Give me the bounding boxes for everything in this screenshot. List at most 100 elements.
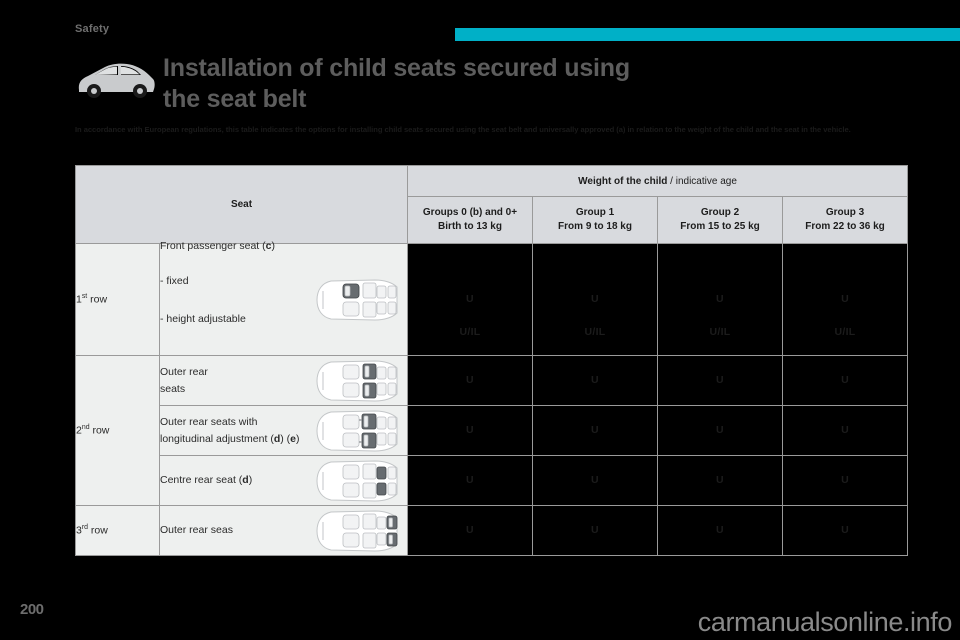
row-label-rest: row bbox=[88, 524, 108, 537]
row-label-rest: row bbox=[89, 424, 110, 437]
mark-top: U bbox=[716, 373, 724, 386]
mark-top: U bbox=[591, 293, 599, 306]
group-0-line2: Birth to 13 kg bbox=[438, 221, 502, 232]
compat-cell: U bbox=[657, 405, 783, 456]
compat-cell: U bbox=[657, 505, 783, 556]
manual-page: Safety Installation of child seats secur… bbox=[0, 0, 960, 640]
mark-top: U bbox=[841, 373, 849, 386]
header-group-0: Groups 0 (b) and 0+ Birth to 13 kg bbox=[407, 196, 533, 244]
mark-top: U bbox=[841, 523, 849, 536]
compat-cell: U bbox=[407, 505, 533, 556]
seat-plan-centre-rear-icon bbox=[313, 458, 401, 504]
table-row: 1st row Front passenger seat (c) - fixed… bbox=[75, 240, 909, 356]
compat-cell: U bbox=[532, 505, 658, 556]
breadcrumb: Safety bbox=[75, 23, 110, 35]
intro-paragraph: In accordance with European regulations,… bbox=[75, 124, 937, 137]
page-title-line2: the seat belt bbox=[163, 84, 307, 113]
child-seat-compatibility-table: Seat Weight of the child / indicative ag… bbox=[75, 165, 909, 556]
mark-top: U bbox=[591, 523, 599, 536]
mark-top: U bbox=[716, 423, 724, 436]
header-weight-of-child: Weight of the child / indicative age bbox=[406, 165, 909, 197]
table-row: Centre rear seat (d) U U U U bbox=[76, 455, 909, 506]
group-3-line2: From 22 to 36 kg bbox=[805, 221, 885, 232]
row-label-1st-row: 1st row bbox=[75, 243, 160, 356]
row-label-3rd-row: 3rd row bbox=[75, 505, 160, 556]
seat-end: ) bbox=[296, 432, 300, 445]
seat-description-outer-rear: Outer rear seats bbox=[159, 355, 408, 406]
mark-top: U bbox=[591, 373, 599, 386]
page-number: 200 bbox=[20, 601, 44, 618]
seat-description-outer-rear-3rd: Outer rear seas bbox=[159, 505, 408, 556]
compat-cell: U bbox=[781, 355, 909, 406]
mark-top: U bbox=[591, 473, 599, 486]
group-2-line2: From 15 to 25 kg bbox=[680, 221, 760, 232]
mark-top: U bbox=[466, 523, 474, 536]
seat-mid: ) ( bbox=[280, 432, 291, 445]
seat-end: ) bbox=[248, 474, 253, 487]
header-weight-sep: / bbox=[667, 175, 676, 187]
mark-top: U bbox=[841, 423, 849, 436]
row-label-rest: row bbox=[87, 293, 108, 306]
mark-top: U bbox=[466, 473, 474, 486]
page-title: Installation of child seats secured usin… bbox=[163, 53, 933, 114]
site-watermark: carmanualsonline.info bbox=[697, 607, 953, 637]
group-1-line1: Group 1 bbox=[575, 206, 615, 218]
table-header-row-top: Seat Weight of the child / indicative ag… bbox=[75, 165, 909, 244]
seat-plan-front-passenger-icon bbox=[313, 277, 401, 323]
car-side-view-icon bbox=[75, 60, 157, 102]
mark-bottom: U/IL bbox=[459, 326, 481, 338]
seat-line1-text: Centre rear seat ( bbox=[160, 474, 243, 487]
seat-title: Front passenger seat ( bbox=[160, 240, 266, 253]
header-group-1: Group 1 From 9 to 18 kg bbox=[532, 196, 658, 244]
seat-plan-outer-rear-2nd-icon bbox=[313, 358, 401, 404]
compat-cell: U bbox=[407, 355, 533, 406]
compat-cell: U bbox=[781, 505, 909, 556]
mark-top: U bbox=[716, 523, 724, 536]
table-row: 3rd row Outer rear seas U U U U bbox=[75, 505, 909, 556]
mark-bottom: U/IL bbox=[709, 326, 731, 338]
compat-cell: U U/IL bbox=[532, 243, 658, 356]
compat-cell: U bbox=[657, 455, 783, 506]
seat-plan-outer-rear-3rd-icon bbox=[313, 508, 401, 554]
header-seat: Seat bbox=[75, 165, 408, 244]
compat-cell: U bbox=[407, 455, 533, 506]
compat-cell: U bbox=[532, 355, 658, 406]
compat-cell: U U/IL bbox=[657, 243, 783, 356]
mark-top: U bbox=[716, 473, 724, 486]
mark-top: U bbox=[466, 373, 474, 386]
mark-bottom: U/IL bbox=[834, 326, 856, 338]
seat-description-centre-rear: Centre rear seat (d) bbox=[159, 455, 408, 506]
group-3-line1: Group 3 bbox=[825, 206, 865, 218]
mark-top: U bbox=[466, 293, 474, 306]
row-label-2nd-row: 2nd row bbox=[75, 355, 160, 506]
mark-top: U bbox=[841, 293, 849, 306]
compat-cell: U U/IL bbox=[407, 243, 533, 356]
seat-description-outer-rear-adjustable: Outer rear seats with longitudinal adjus… bbox=[159, 405, 408, 456]
mark-bottom: U/IL bbox=[584, 326, 606, 338]
intro-line2: in relation to the weight of the child a… bbox=[627, 125, 851, 134]
header-indicative-age: indicative age bbox=[675, 175, 737, 187]
seat-line2-text: longitudinal adjustment ( bbox=[160, 432, 274, 445]
compat-cell: U bbox=[407, 405, 533, 456]
table-row: 2nd row Outer rear seats U U U U bbox=[75, 355, 909, 506]
mark-top: U bbox=[466, 423, 474, 436]
group-2-line1: Group 2 bbox=[700, 206, 740, 218]
mark-top: U bbox=[716, 293, 724, 306]
compat-cell: U bbox=[781, 455, 909, 506]
compat-cell: U bbox=[781, 405, 909, 456]
compat-cell: U U/IL bbox=[781, 243, 909, 356]
row-label-sup: nd bbox=[81, 424, 90, 432]
header-group-2: Group 2 From 15 to 25 kg bbox=[657, 196, 783, 244]
table-row: Outer rear seats with longitudinal adjus… bbox=[76, 405, 909, 456]
seat-description-front-passenger: Front passenger seat (c) - fixed - heigh… bbox=[159, 240, 408, 356]
group-0-line1: Groups 0 (b) and 0+ bbox=[422, 206, 518, 218]
header-group-3: Group 3 From 22 to 36 kg bbox=[781, 196, 909, 244]
seat-plan-outer-rear-adjustable-icon bbox=[313, 408, 401, 454]
mark-top: U bbox=[591, 423, 599, 436]
compat-cell: U bbox=[532, 455, 658, 506]
seat-title-end: ) bbox=[271, 240, 275, 253]
mark-top: U bbox=[841, 473, 849, 486]
page-title-line1: Installation of child seats secured usin… bbox=[163, 54, 630, 82]
intro-line1: In accordance with European regulations,… bbox=[75, 125, 626, 134]
compat-cell: U bbox=[657, 355, 783, 406]
